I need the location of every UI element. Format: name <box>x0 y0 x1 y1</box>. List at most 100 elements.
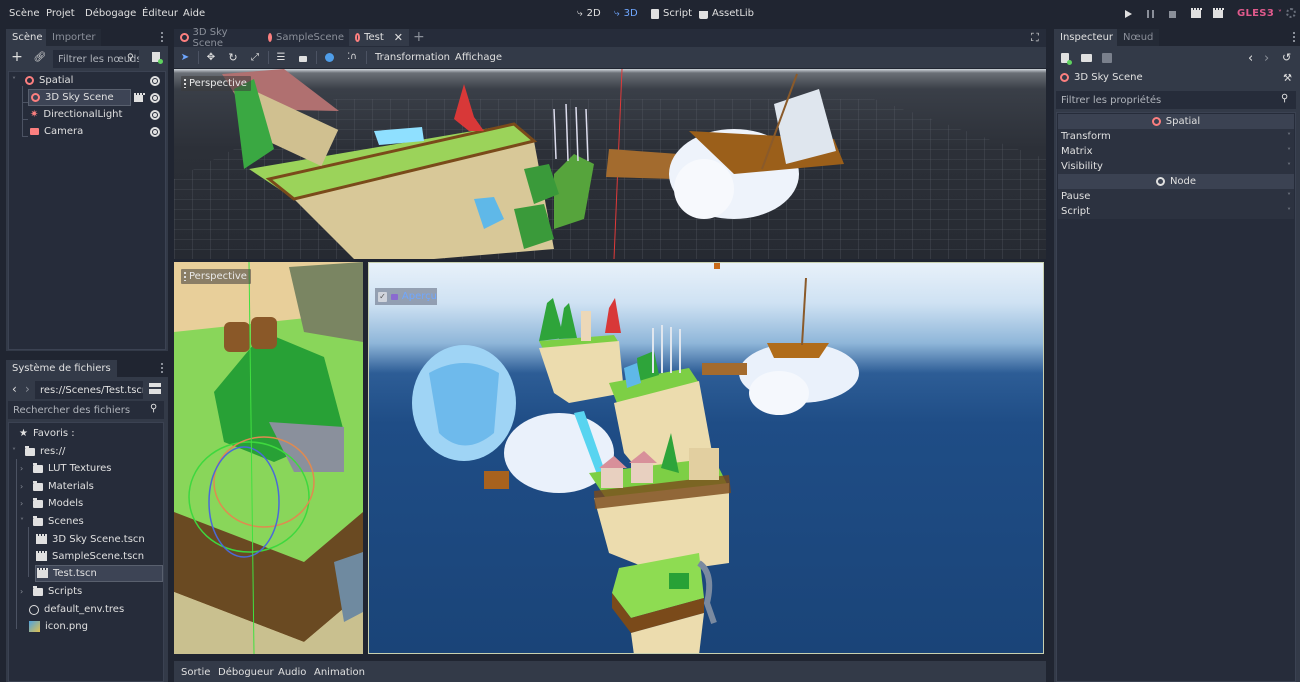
back-button[interactable]: ‹ <box>12 382 17 396</box>
tab-import[interactable]: Importer <box>46 29 102 46</box>
dock-menu-icon[interactable] <box>161 363 163 374</box>
menu-project[interactable]: Projet <box>46 8 75 19</box>
scene-tab-test[interactable]: Test ✕ <box>349 29 409 46</box>
file-item-3d-sky-scene[interactable]: 3D Sky Scene.tscn <box>36 531 145 548</box>
lock-button[interactable] <box>297 51 309 63</box>
tree-item-3d-sky-scene[interactable]: 3D Sky Scene <box>28 89 131 106</box>
pause-button[interactable] <box>1144 8 1156 20</box>
scale-mode-button[interactable]: ⤢ <box>249 51 261 63</box>
file-item-test[interactable]: Test.tscn <box>35 565 163 582</box>
view-menu[interactable]: Affichage <box>455 52 502 63</box>
attach-script-button[interactable] <box>150 51 163 64</box>
play-button[interactable] <box>1122 8 1134 20</box>
split-mode-button[interactable] <box>149 383 161 394</box>
dock-menu-icon[interactable] <box>161 32 163 43</box>
play-scene-button[interactable] <box>1190 8 1202 20</box>
tab-audio[interactable]: Audio <box>278 667 306 678</box>
file-item-materials[interactable]: › Materials <box>20 478 94 495</box>
open-resource-button[interactable] <box>1081 54 1092 62</box>
file-item-default-env[interactable]: default_env.tres <box>29 601 124 618</box>
object-menu-button[interactable]: ⚒ <box>1283 73 1292 84</box>
chevron-right-icon[interactable]: › <box>20 482 28 491</box>
tab-output[interactable]: Sortie <box>181 667 210 678</box>
property-group-transform[interactable]: Transform ˅ <box>1058 129 1294 144</box>
history-button[interactable]: ↺ <box>1282 51 1291 64</box>
close-icon[interactable]: ✕ <box>394 31 403 44</box>
renderer-select[interactable]: GLES3 ˅ <box>1237 8 1282 19</box>
forward-button[interactable]: › <box>25 382 30 396</box>
chevron-down-icon[interactable]: ˅ <box>12 447 20 456</box>
file-item-scenes[interactable]: ˅ Scenes <box>20 513 84 530</box>
tree-item-camera[interactable]: Camera <box>30 123 140 140</box>
tree-item-directional-light[interactable]: ✷ DirectionalLight <box>30 106 140 123</box>
snap-button[interactable]: ⁚∩ <box>346 51 358 63</box>
visibility-eye-icon[interactable] <box>150 127 160 137</box>
workspace-assetlib-button[interactable]: AssetLib <box>699 8 754 19</box>
menu-help[interactable]: Aide <box>183 8 205 19</box>
stop-button[interactable] <box>1166 8 1178 20</box>
search-files-input[interactable]: Rechercher des fichiers <box>8 401 164 419</box>
favorites-item[interactable]: ★ Favoris : <box>19 425 75 442</box>
rotate-mode-button[interactable]: ↻ <box>227 51 239 64</box>
menu-editor[interactable]: Éditeur <box>142 8 178 19</box>
path-input[interactable]: res://Scenes/Test.tscn <box>35 381 143 399</box>
list-select-button[interactable]: ☰ <box>275 51 287 63</box>
property-group-visibility[interactable]: Visibility ˅ <box>1058 159 1294 174</box>
local-space-button[interactable] <box>323 51 335 63</box>
add-node-button[interactable]: + <box>11 49 23 65</box>
tab-scene[interactable]: Scène <box>6 29 49 46</box>
property-group-script[interactable]: Script ˅ <box>1058 204 1294 219</box>
chevron-right-icon[interactable]: › <box>20 587 28 596</box>
viewport-top[interactable]: Perspective <box>174 69 1046 259</box>
file-item-res[interactable]: ˅ res:// <box>12 443 65 460</box>
workspace-script-button[interactable]: Script <box>651 8 692 19</box>
chevron-right-icon[interactable]: › <box>20 464 28 473</box>
file-item-scripts[interactable]: › Scripts <box>20 583 82 600</box>
chevron-down-icon[interactable]: ˅ <box>20 517 28 526</box>
tab-inspector[interactable]: Inspecteur <box>1054 29 1120 46</box>
file-item-models[interactable]: › Models <box>20 495 83 512</box>
workspace-2d-button[interactable]: ⤷ 2D <box>577 8 601 19</box>
new-scene-tab-button[interactable]: + <box>413 29 425 45</box>
property-group-matrix[interactable]: Matrix ˅ <box>1058 144 1294 159</box>
viewport-top-perspective-label[interactable]: Perspective <box>181 76 251 91</box>
move-mode-button[interactable]: ✥ <box>205 51 217 63</box>
property-group-pause[interactable]: Pause ˅ <box>1058 189 1294 204</box>
save-resource-button[interactable] <box>1102 53 1112 63</box>
viewport-camera-preview[interactable]: ✓ Aperçu <box>368 262 1044 654</box>
open-in-editor-icon[interactable] <box>134 93 145 105</box>
file-item-lut-textures[interactable]: › LUT Textures <box>20 460 112 477</box>
dock-menu-icon[interactable] <box>1293 32 1295 43</box>
workspace-3d-button[interactable]: ⤷ 3D <box>614 8 638 19</box>
history-forward-button[interactable]: › <box>1264 51 1269 66</box>
filter-properties-input[interactable]: Filtrer les propriétés <box>1056 91 1296 109</box>
visibility-eye-icon[interactable] <box>150 93 160 103</box>
visibility-eye-icon[interactable] <box>150 76 160 86</box>
distraction-free-button[interactable]: ⛶ <box>1031 31 1039 45</box>
tab-debugger[interactable]: Débogueur <box>218 667 274 678</box>
viewport-bottom-left-perspective-label[interactable]: Perspective <box>181 269 251 284</box>
history-back-button[interactable]: ‹ <box>1248 51 1253 66</box>
tab-animation[interactable]: Animation <box>314 667 365 678</box>
file-item-icon-png[interactable]: icon.png <box>29 618 88 635</box>
file-item-sample-scene[interactable]: SampleScene.tscn <box>36 548 144 565</box>
tab-filesystem[interactable]: Système de fichiers <box>6 360 117 377</box>
inspector-section-spatial[interactable]: Spatial <box>1058 114 1294 129</box>
scene-tab-sample-scene[interactable]: SampleScene <box>262 29 348 46</box>
preview-toggle[interactable]: ✓ Aperçu <box>375 288 437 305</box>
select-mode-button[interactable]: ➤ <box>179 51 191 63</box>
tab-node[interactable]: Nœud <box>1117 29 1160 46</box>
inspector-section-node[interactable]: Node <box>1058 174 1294 189</box>
checkbox-checked-icon[interactable]: ✓ <box>378 291 387 302</box>
transformation-menu[interactable]: Transformation <box>375 52 450 63</box>
viewport-bottom-left[interactable]: Perspective <box>174 262 363 654</box>
scene-tab-3d-sky-scene[interactable]: 3D Sky Scene <box>174 27 261 49</box>
inspected-object[interactable]: 3D Sky Scene <box>1060 72 1143 83</box>
play-custom-scene-button[interactable] <box>1212 8 1224 20</box>
menu-scene[interactable]: Scène <box>9 8 40 19</box>
visibility-eye-icon[interactable] <box>150 110 160 120</box>
chevron-right-icon[interactable]: › <box>20 499 28 508</box>
tree-item-spatial[interactable]: ˅ Spatial <box>12 72 162 89</box>
chevron-down-icon[interactable]: ˅ <box>12 76 20 85</box>
menu-debug[interactable]: Débogage <box>85 8 136 19</box>
